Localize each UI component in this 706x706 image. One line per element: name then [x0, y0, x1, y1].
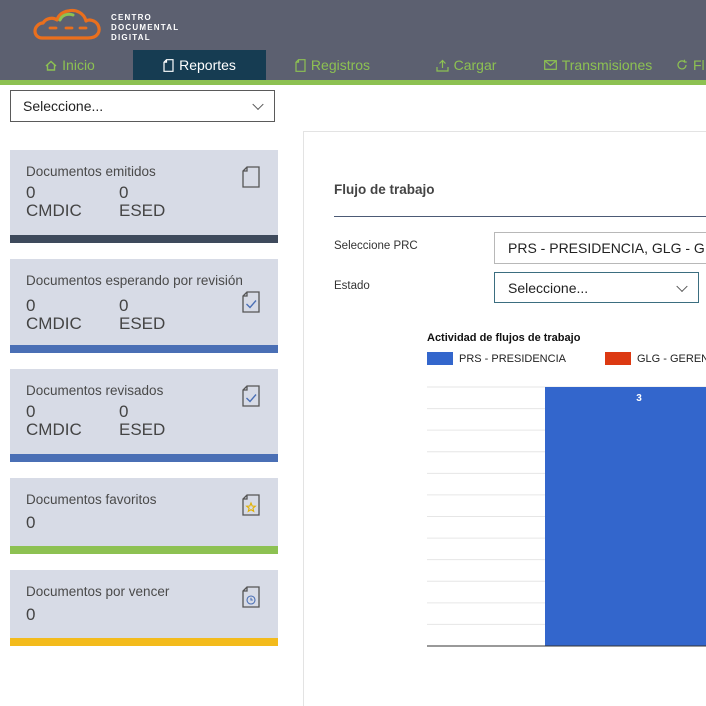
area-select-value: Seleccione... [23, 98, 104, 114]
stat-label: ESED [119, 201, 166, 220]
workflow-activity-chart: 3 [427, 386, 706, 647]
card-title: Documentos esperando por revisión [26, 273, 243, 288]
stat-cmdic: 0 CMDIC [26, 403, 82, 439]
mail-icon [543, 60, 557, 70]
stat-value: 0 [26, 402, 36, 421]
card-title: Documentos revisados [26, 383, 164, 398]
legend-swatch [427, 352, 453, 365]
estado-value: Seleccione... [508, 279, 589, 296]
tab-label: Inicio [62, 57, 95, 73]
card-documentos-esperando[interactable]: Documentos esperando por revisión 0 CMDI… [10, 259, 278, 353]
prc-label: Seleccione PRC [334, 240, 418, 252]
tab-inicio[interactable]: Inicio [30, 50, 110, 80]
card-bar [10, 235, 278, 243]
refresh-icon [677, 59, 687, 70]
stat-value: 0 [26, 605, 36, 624]
area-select[interactable]: Seleccione... [10, 90, 275, 122]
brand-line: DIGITAL [111, 33, 151, 42]
tab-label: Registros [310, 57, 371, 73]
legend-item[interactable]: PRS - PRESIDENCIA [427, 352, 566, 365]
brand-text: CENTRO DOCUMENTAL DIGITAL [111, 13, 179, 43]
stat-value: 0 [119, 183, 129, 202]
legend-label: PRS - PRESIDENCIA [459, 352, 566, 365]
document-icon [295, 58, 306, 72]
card-title: Documentos por vencer [26, 584, 170, 599]
stat-value: 0 [119, 402, 129, 421]
document-icon [163, 58, 174, 72]
stat-cmdic: 0 CMDIC [26, 297, 82, 333]
cloud-logo-icon [33, 8, 101, 40]
document-clock-icon [242, 586, 260, 608]
document-icon [242, 166, 260, 188]
stat-esed: 0 ESED [119, 403, 165, 439]
card-bar [10, 454, 278, 462]
app-window: CENTRO DOCUMENTAL DIGITAL Inicio Reporte… [0, 0, 706, 706]
card-documentos-emitidos[interactable]: Documentos emitidos 0 CMDIC 0 ESED [10, 150, 278, 243]
document-check-icon [242, 291, 260, 313]
tab-registros[interactable]: Registros [285, 50, 380, 80]
top-header: CENTRO DOCUMENTAL DIGITAL Inicio Reporte… [0, 0, 706, 80]
stat-label: CMDIC [26, 420, 82, 439]
card-documentos-revisados[interactable]: Documentos revisados 0 CMDIC 0 ESED [10, 369, 278, 462]
tab-label: Reportes [179, 57, 236, 73]
workflow-title: Flujo de trabajo [334, 182, 435, 197]
prc-value: PRS - PRESIDENCIA, GLG - GERE [508, 240, 706, 256]
tab-reportes[interactable]: Reportes [133, 50, 266, 80]
stat-esed: 0 ESED [119, 184, 165, 220]
tab-transmisiones[interactable]: Transmisiones [537, 50, 659, 80]
card-bar [10, 345, 278, 353]
data-label: 3 [636, 393, 642, 404]
home-icon [45, 60, 57, 71]
tab-flujos[interactable]: Fl [676, 50, 706, 80]
main-nav: Inicio Reportes Registros Cargar Transmi… [0, 50, 706, 80]
estado-label: Estado [334, 280, 370, 292]
stat-esed: 0 ESED [119, 297, 165, 333]
divider [334, 216, 706, 217]
card-bar [10, 546, 278, 554]
legend-swatch [605, 352, 631, 365]
legend-item[interactable]: GLG - GEREN [605, 352, 706, 365]
stat-label: CMDIC [26, 201, 82, 220]
stat-value: 0 [26, 296, 36, 315]
legend-label: GLG - GEREN [637, 352, 706, 365]
card-title: Documentos emitidos [26, 164, 156, 179]
header-accent-line [0, 80, 706, 85]
card-documentos-favoritos[interactable]: Documentos favoritos 0 [10, 478, 278, 554]
stat-value: 0 [26, 513, 36, 532]
stat-label: ESED [119, 314, 166, 333]
chevron-down-icon [252, 98, 264, 111]
tab-cargar[interactable]: Cargar [427, 50, 505, 80]
chevron-down-icon [676, 280, 688, 292]
upload-icon [435, 59, 449, 72]
chart-title: Actividad de flujos de trabajo [427, 332, 581, 344]
bar[interactable] [545, 387, 706, 646]
document-star-icon [242, 494, 260, 516]
card-documentos-por-vencer[interactable]: Documentos por vencer 0 [10, 570, 278, 646]
brand-line: CENTRO [111, 13, 152, 22]
tab-label: Cargar [453, 57, 497, 73]
stat-value: 0 [26, 183, 36, 202]
card-bar [10, 638, 278, 646]
stat-label: ESED [119, 420, 166, 439]
stat-label: CMDIC [26, 314, 82, 333]
stat-cmdic: 0 CMDIC [26, 184, 82, 220]
document-check-icon [242, 385, 260, 407]
prc-multiselect[interactable]: PRS - PRESIDENCIA, GLG - GERE [494, 232, 706, 264]
tab-label: Transmisiones [561, 57, 653, 73]
tab-label: Fl [693, 57, 705, 73]
card-title: Documentos favoritos [26, 492, 157, 507]
estado-select[interactable]: Seleccione... [494, 272, 699, 303]
brand-line: DOCUMENTAL [111, 23, 180, 32]
stat-value: 0 [119, 296, 129, 315]
